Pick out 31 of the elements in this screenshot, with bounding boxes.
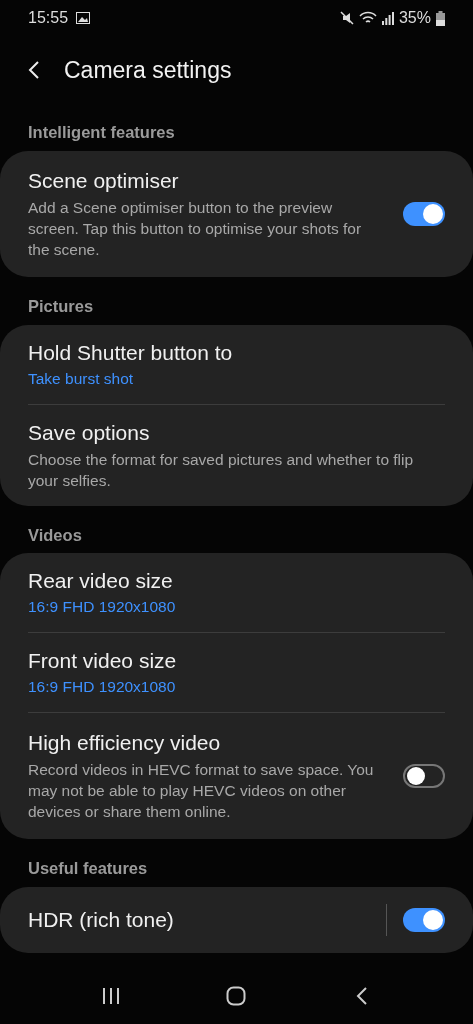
image-icon bbox=[76, 12, 91, 24]
item-title: High efficiency video bbox=[28, 730, 222, 757]
mute-icon bbox=[339, 11, 354, 25]
toggle-switch[interactable] bbox=[403, 908, 445, 932]
toggle-switch[interactable] bbox=[403, 764, 445, 789]
battery-icon bbox=[436, 10, 445, 26]
item-value: 16:9 FHD 1920x1080 bbox=[28, 597, 177, 618]
item-description: Choose the format for saved pictures and whether to flip your selfies. bbox=[28, 449, 415, 491]
item-title: Save options bbox=[28, 419, 151, 446]
status-time: 15:55 bbox=[28, 8, 69, 28]
item-title: Scene optimiser bbox=[28, 167, 180, 194]
section-label: Intelligent features bbox=[27, 122, 176, 143]
home-icon[interactable] bbox=[226, 986, 247, 1006]
section-label: Useful features bbox=[27, 858, 149, 880]
battery-percent: 35% bbox=[398, 8, 431, 28]
back-icon[interactable] bbox=[356, 986, 369, 1006]
recent-apps-icon[interactable] bbox=[101, 987, 120, 1005]
item-title: Rear video size bbox=[28, 568, 174, 595]
item-value: 16:9 FHD 1920x1080 bbox=[28, 677, 177, 698]
section-label: Pictures bbox=[27, 295, 95, 317]
item-value: Take burst shot bbox=[28, 368, 135, 389]
item-title: Front video size bbox=[28, 648, 178, 675]
item-title: Hold Shutter button to bbox=[28, 339, 234, 366]
wifi-icon bbox=[358, 11, 377, 25]
signal-icon bbox=[381, 11, 394, 25]
item-description: Record videos in HEVC format to save space. You may not be able to play HEVC videos on other devices or share them online. bbox=[28, 760, 375, 823]
section-label: Videos bbox=[27, 524, 83, 546]
page-title: Camera settings bbox=[64, 55, 232, 85]
item-description: Add a Scene optimiser button to the preview screen. Tap this button to optimise your shots for the scene. bbox=[28, 197, 363, 260]
toggle-switch[interactable] bbox=[403, 201, 445, 226]
item-title: HDR (rich tone) bbox=[28, 907, 175, 933]
